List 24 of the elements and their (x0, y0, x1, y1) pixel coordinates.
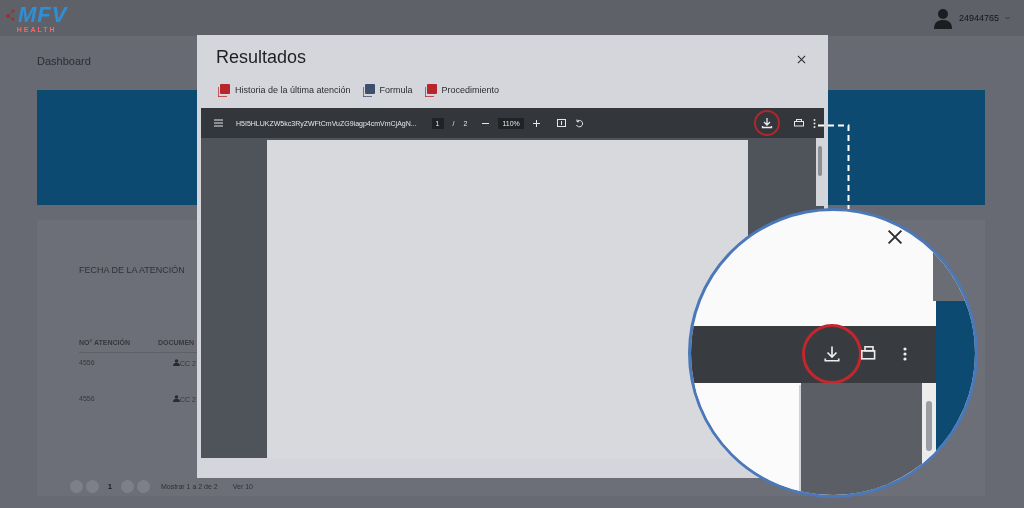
molecule-icon (6, 8, 16, 21)
download-icon[interactable] (761, 117, 773, 129)
avatar-icon (932, 7, 953, 29)
document-link[interactable]: Procedimiento (424, 83, 500, 97)
scrollbar[interactable] (816, 138, 824, 206)
print-icon (861, 346, 877, 362)
person-icon (173, 395, 180, 402)
document-link[interactable]: Historia de la última atención (218, 83, 351, 97)
close-icon[interactable] (797, 55, 806, 64)
download-icon (823, 345, 841, 363)
logo-text: MFV (18, 3, 68, 26)
rotate-icon[interactable] (574, 118, 584, 128)
more-icon[interactable] (813, 118, 816, 128)
more-icon (903, 347, 907, 361)
modal-title: Resultados (216, 47, 307, 68)
close-icon[interactable] (887, 229, 903, 245)
person-icon (173, 359, 180, 366)
user-id: 24944765 (958, 13, 999, 23)
document-link[interactable]: Formula (362, 83, 413, 97)
fit-page-icon[interactable] (556, 119, 566, 127)
print-icon[interactable] (794, 118, 804, 128)
zoom-in-icon[interactable] (532, 119, 540, 127)
page-title: Dashboard (37, 55, 91, 69)
menu-icon[interactable] (214, 119, 223, 127)
